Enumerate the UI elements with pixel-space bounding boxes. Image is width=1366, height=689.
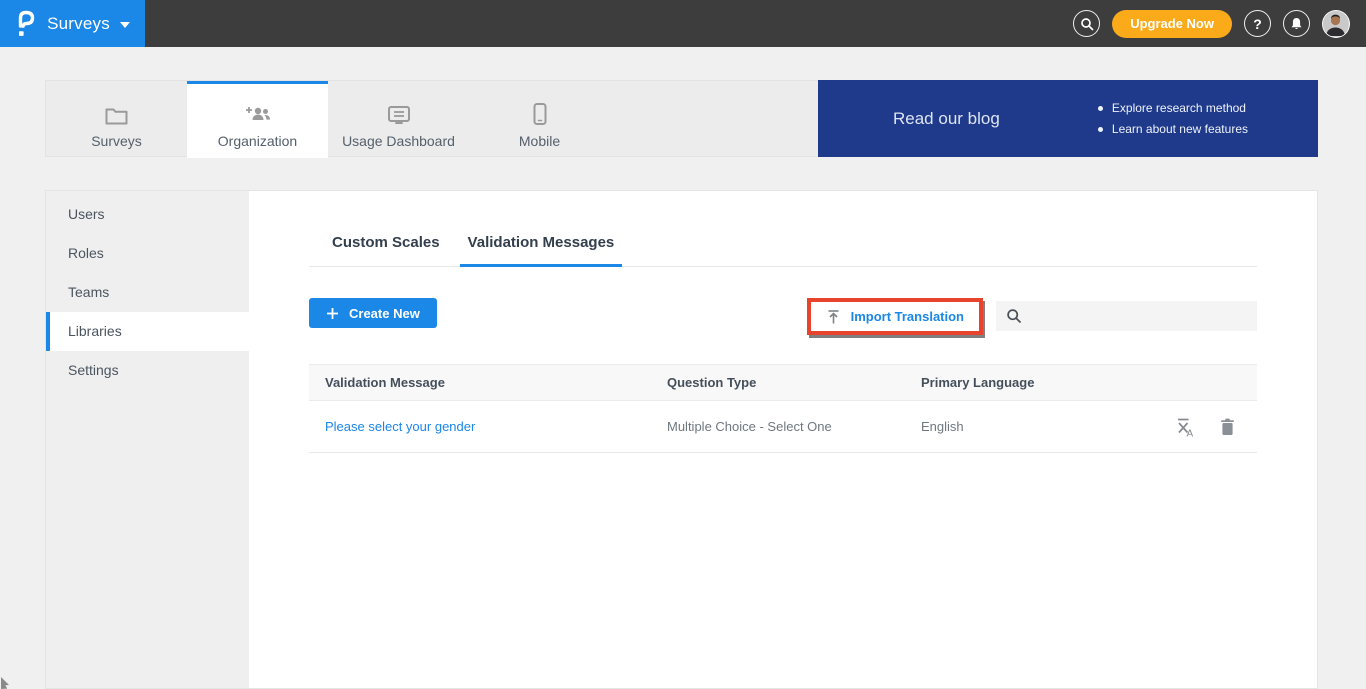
tab-label: Organization — [218, 133, 297, 149]
caret-down-icon — [120, 22, 130, 28]
upgrade-now-button[interactable]: Upgrade Now — [1112, 10, 1232, 38]
questionpro-logo-icon — [15, 8, 37, 39]
column-primary-language: Primary Language — [905, 375, 1165, 390]
tab-label: Usage Dashboard — [342, 133, 455, 149]
table-header: Validation Message Question Type Primary… — [309, 364, 1257, 401]
topbar-actions: Upgrade Now ? — [1073, 10, 1350, 38]
validation-message-link[interactable]: Please select your gender — [309, 419, 651, 434]
search-input[interactable] — [1030, 301, 1257, 331]
banner-bullet-list: Explore research method Learn about new … — [1096, 98, 1248, 140]
banner-bullet: Learn about new features — [1096, 119, 1248, 140]
libraries-content: Custom Scales Validation Messages Create… — [249, 191, 1317, 688]
notifications-button[interactable] — [1283, 10, 1310, 37]
toolbar-right: Import Translation — [807, 298, 1257, 335]
tab-label: Mobile — [519, 133, 560, 149]
import-translation-label: Import Translation — [851, 309, 964, 324]
organization-sidebar: Users Roles Teams Libraries Settings — [46, 191, 249, 688]
search-icon — [1006, 308, 1022, 324]
product-switcher[interactable]: Surveys — [0, 0, 145, 47]
sidebar-item-libraries[interactable]: Libraries — [46, 312, 249, 351]
table-row: Please select your gender Multiple Choic… — [309, 401, 1257, 453]
tab-surveys[interactable]: Surveys — [46, 81, 187, 158]
validation-messages-table: Validation Message Question Type Primary… — [309, 364, 1257, 453]
banner-title: Read our blog — [893, 109, 1000, 129]
main-panel: Users Roles Teams Libraries Settings Cus… — [45, 190, 1318, 689]
primary-language-cell: English — [905, 419, 1165, 434]
sidebar-item-settings[interactable]: Settings — [46, 351, 249, 390]
create-new-label: Create New — [349, 306, 420, 321]
create-new-button[interactable]: Create New — [309, 298, 437, 328]
sidebar-item-users[interactable]: Users — [46, 195, 249, 234]
question-mark-icon: ? — [1253, 16, 1262, 32]
table-search — [996, 301, 1257, 331]
secondary-nav-strip: Surveys Organization — [45, 80, 1318, 157]
mouse-cursor — [0, 675, 12, 689]
folder-icon — [104, 100, 129, 126]
tab-organization[interactable]: Organization — [187, 81, 328, 158]
plus-icon — [326, 307, 339, 320]
search-icon — [1080, 17, 1094, 31]
tab-validation-messages[interactable]: Validation Messages — [460, 234, 623, 267]
smartphone-icon — [532, 100, 548, 126]
workspace-tabs: Surveys Organization — [45, 80, 818, 157]
user-avatar[interactable] — [1322, 10, 1350, 38]
column-validation-message: Validation Message — [309, 375, 651, 390]
import-translation-button[interactable]: Import Translation — [811, 302, 979, 331]
question-type-cell: Multiple Choice - Select One — [651, 419, 905, 434]
banner-bullet: Explore research method — [1096, 98, 1248, 119]
tab-label: Surveys — [91, 133, 142, 149]
highlight-annotation-box: Import Translation — [807, 298, 983, 335]
sidebar-item-roles[interactable]: Roles — [46, 234, 249, 273]
delete-button[interactable] — [1220, 418, 1235, 436]
sidebar-item-teams[interactable]: Teams — [46, 273, 249, 312]
trash-icon — [1220, 418, 1235, 436]
help-button[interactable]: ? — [1244, 10, 1271, 37]
tab-mobile[interactable]: Mobile — [469, 81, 610, 158]
blog-promo-banner[interactable]: Read our blog Explore research method Le… — [818, 80, 1318, 157]
top-bar: Surveys Upgrade Now ? — [0, 0, 1366, 47]
translate-icon: A — [1175, 416, 1196, 438]
toolbar: Create New Import Translation — [309, 298, 1257, 335]
library-tabs: Custom Scales Validation Messages — [309, 234, 1257, 267]
translate-button[interactable]: A — [1175, 416, 1196, 438]
dashboard-screen-icon — [386, 100, 412, 126]
add-users-icon — [243, 100, 273, 126]
svg-text:A: A — [1187, 428, 1194, 438]
bell-icon — [1290, 17, 1303, 31]
tab-usage-dashboard[interactable]: Usage Dashboard — [328, 81, 469, 158]
row-actions: A — [1165, 416, 1257, 438]
upload-icon — [826, 309, 841, 325]
product-name: Surveys — [47, 14, 110, 34]
global-search-button[interactable] — [1073, 10, 1100, 37]
tab-custom-scales[interactable]: Custom Scales — [324, 234, 448, 267]
column-question-type: Question Type — [651, 375, 905, 390]
